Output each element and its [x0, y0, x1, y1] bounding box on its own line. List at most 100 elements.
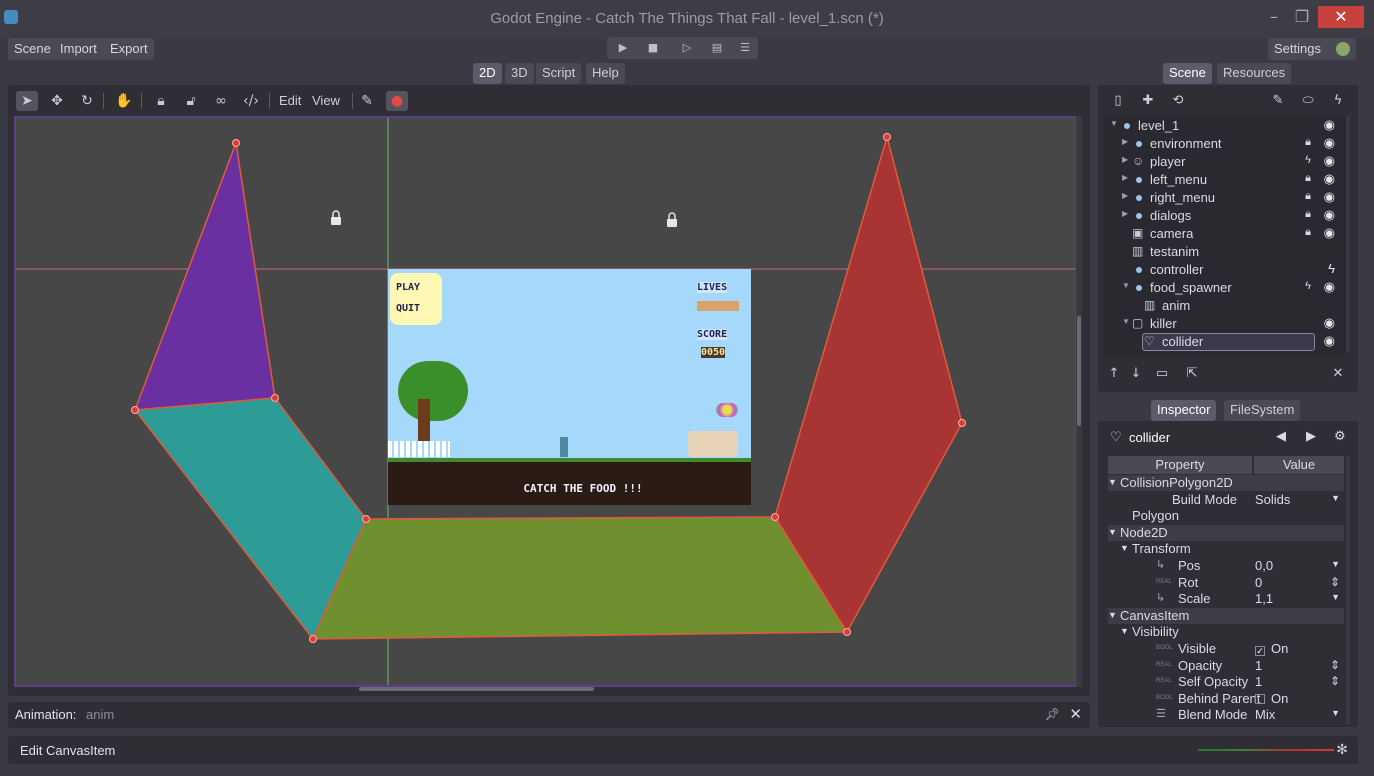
play-icon[interactable]: ▶ — [616, 41, 630, 55]
tree-node-left-menu[interactable]: ▶ left_menu 🔒︎ ◉ — [1104, 171, 1347, 189]
edit-groups-icon[interactable]: ✎ — [1270, 93, 1286, 109]
property-row[interactable]: Polygon — [1108, 508, 1344, 524]
property-section[interactable]: ▼ CollisionPolygon2D — [1108, 475, 1344, 491]
visibility-icon[interactable]: ◉ — [1324, 207, 1335, 223]
lock-icon[interactable]: 🔒︎ — [1305, 226, 1311, 239]
move-up-icon[interactable]: ↑ — [1106, 366, 1122, 382]
pin-icon[interactable]: 📌︎ — [1045, 707, 1060, 721]
settings-button[interactable]: Settings — [1268, 38, 1356, 60]
collapse-arrow-icon[interactable]: ▼ — [1122, 317, 1130, 326]
lock-icon[interactable]: 🔒︎ — [1305, 190, 1311, 203]
property-value[interactable]: Mix — [1255, 707, 1275, 722]
menu-import[interactable]: Import — [60, 41, 97, 56]
tab-3d[interactable]: 3D — [505, 63, 534, 84]
scroll-thumb[interactable] — [1077, 316, 1081, 426]
spinner-arrows-icon[interactable]: ⇕ — [1330, 575, 1340, 589]
lock-icon[interactable]: 🔒︎ — [1305, 136, 1311, 149]
lock-icon[interactable]: 🔒︎ — [150, 91, 172, 111]
collapse-arrow-icon[interactable]: ▼ — [1122, 281, 1130, 290]
script-icon[interactable]: ϟ — [1305, 154, 1311, 166]
tree-node-right-menu[interactable]: ▶ right_menu 🔒︎ ◉ — [1104, 189, 1347, 207]
menu-export[interactable]: Export — [110, 41, 148, 56]
forward-icon[interactable]: ▶ — [1306, 429, 1316, 444]
collapse-arrow-icon[interactable]: ▼ — [1120, 543, 1129, 553]
property-row[interactable]: BOOL Visible ✓ On — [1108, 641, 1344, 657]
property-value[interactable]: 1 — [1255, 658, 1262, 673]
property-row[interactable]: REAL Self Opacity 1 ⇕ — [1108, 674, 1344, 690]
property-value[interactable]: Solids — [1255, 492, 1290, 507]
edit-menu[interactable]: Edit — [279, 93, 301, 108]
expand-arrow-icon[interactable]: ▶ — [1122, 137, 1128, 146]
script-icon[interactable]: ϟ — [1305, 280, 1311, 292]
new-scene-icon[interactable]: ▯ — [1110, 93, 1126, 109]
dropdown-arrow-icon[interactable]: ▼ — [1331, 493, 1340, 503]
collapse-arrow-icon[interactable]: ▼ — [1110, 119, 1118, 128]
collapse-arrow-icon[interactable]: ▼ — [1120, 626, 1129, 636]
group-icon[interactable]: ∞ — [210, 91, 232, 111]
tree-node-killer[interactable]: ▼ ▢ killer ◉ — [1104, 315, 1347, 333]
visibility-icon[interactable]: ◉ — [1324, 117, 1335, 133]
script-icon[interactable]: ϟ — [1330, 93, 1346, 109]
play-custom-scene-icon[interactable]: ▤ — [710, 41, 724, 55]
collapse-arrow-icon[interactable]: ▼ — [1108, 610, 1117, 620]
select-tool-icon[interactable]: ➤ — [16, 91, 38, 111]
spinner-arrows-icon[interactable]: ⇕ — [1330, 674, 1340, 688]
menu-scene[interactable]: Scene — [14, 41, 51, 56]
view-menu[interactable]: View — [312, 93, 340, 108]
canvas-horizontal-scrollbar[interactable] — [14, 686, 1077, 692]
visibility-icon[interactable]: ◉ — [1324, 225, 1335, 241]
property-row[interactable]: Build Mode Solids ▼ — [1108, 492, 1344, 508]
property-section[interactable]: ▼ Transform — [1108, 541, 1344, 557]
visibility-icon[interactable]: ◉ — [1324, 189, 1335, 205]
debug-options-icon[interactable]: ☰ — [738, 41, 752, 55]
property-value[interactable]: 1 — [1255, 674, 1262, 689]
property-section[interactable]: ▼ Visibility — [1108, 624, 1344, 640]
expand-arrow-icon[interactable]: ▶ — [1122, 191, 1128, 200]
edit-connections-icon[interactable]: ⬭ — [1300, 93, 1316, 109]
property-row[interactable]: ☰ Blend Mode Mix ▼ — [1108, 707, 1344, 723]
tab-filesystem[interactable]: FileSystem — [1224, 400, 1301, 421]
move-tool-icon[interactable]: ✥ — [46, 91, 68, 111]
tab-script[interactable]: Script — [536, 63, 582, 84]
play-scene-icon[interactable]: ▷ — [680, 41, 694, 55]
add-node-icon[interactable]: ✚ — [1140, 93, 1156, 109]
tree-node-level-1[interactable]: ▼ level_1 ◉ — [1104, 117, 1347, 135]
tree-node-food-spawner[interactable]: ▼ food_spawner ϟ ◉ — [1104, 279, 1347, 297]
property-value[interactable]: 0 — [1255, 575, 1262, 590]
back-icon[interactable]: ◀ — [1276, 429, 1286, 444]
checkbox[interactable] — [1255, 693, 1265, 704]
tab-resources[interactable]: Resources — [1217, 63, 1292, 84]
tree-node-environment[interactable]: ▶ environment 🔒︎ ◉ — [1104, 135, 1347, 153]
checkbox[interactable]: ✓ — [1255, 646, 1265, 656]
collapse-arrow-icon[interactable]: ▼ — [1108, 527, 1117, 537]
property-value[interactable]: On — [1255, 691, 1288, 706]
tree-node-camera[interactable]: ▣ camera 🔒︎ ◉ — [1104, 225, 1347, 243]
tree-node-collider[interactable]: ♡ collider ◉ — [1104, 333, 1347, 351]
gear-icon[interactable]: ⚙ — [1334, 429, 1346, 444]
tab-scene[interactable]: Scene — [1163, 63, 1212, 84]
canvas-vertical-scrollbar[interactable] — [1076, 116, 1082, 687]
move-down-icon[interactable]: ↓ — [1128, 366, 1144, 382]
lock-icon[interactable]: 🔒︎ — [1305, 208, 1311, 221]
tab-2d[interactable]: 2D — [473, 63, 502, 84]
animation-name[interactable]: anim — [86, 707, 114, 722]
dropdown-arrow-icon[interactable]: ▼ — [1331, 559, 1340, 569]
tab-help[interactable]: Help — [586, 63, 625, 84]
tree-node-controller[interactable]: controller ϟ — [1104, 261, 1347, 279]
script-icon[interactable]: ϟ — [1328, 261, 1335, 276]
property-value[interactable]: 1,1 — [1255, 591, 1273, 606]
visibility-icon[interactable]: ◉ — [1324, 279, 1335, 295]
tree-scrollbar[interactable] — [1346, 116, 1350, 352]
inspector-scrollbar[interactable] — [1346, 456, 1350, 724]
visibility-icon[interactable]: ◉ — [1324, 135, 1335, 151]
visibility-icon[interactable]: ◉ — [1324, 171, 1335, 187]
canvas-2d[interactable]: PLAY QUIT LIVES SCORE 0050 CATCH THE FOO… — [14, 116, 1077, 687]
maximize-icon[interactable]: ❐ — [1292, 6, 1312, 30]
rotate-tool-icon[interactable]: ↻ — [76, 91, 98, 111]
property-row[interactable]: BOOL Behind Parent On — [1108, 691, 1344, 707]
minimize-icon[interactable]: – — [1264, 6, 1284, 30]
spinner-arrows-icon[interactable]: ⇕ — [1330, 658, 1340, 672]
scroll-thumb[interactable] — [359, 687, 594, 691]
tree-node-player[interactable]: ▶ ☺ player ϟ ◉ — [1104, 153, 1347, 171]
property-row[interactable]: REAL Opacity 1 ⇕ — [1108, 658, 1344, 674]
